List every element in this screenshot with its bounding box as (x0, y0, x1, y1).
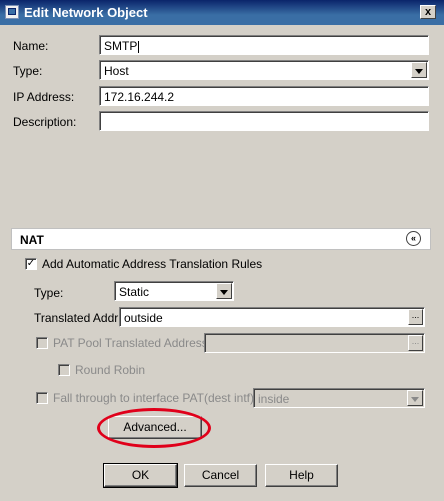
type-value: Host (104, 64, 129, 78)
check-mark: ✓ (26, 258, 36, 269)
name-input[interactable]: SMTP (99, 35, 429, 55)
browse-button[interactable]: ... (408, 309, 423, 325)
collapse-up-icon[interactable]: « (406, 231, 421, 246)
pat-pool-browse-button[interactable]: ... (408, 335, 423, 351)
cancel-button[interactable]: Cancel (184, 464, 257, 487)
nat-section-header[interactable]: NAT « (11, 228, 431, 250)
close-icon[interactable]: x (420, 5, 436, 19)
chevron-down-icon[interactable] (407, 390, 423, 406)
chevron-down-icon[interactable] (216, 283, 232, 299)
translated-addr-value: outside (124, 311, 163, 325)
type-select[interactable]: Host (99, 60, 429, 80)
ok-button[interactable]: OK (103, 463, 178, 488)
ip-address-input[interactable]: 172.16.244.2 (99, 86, 429, 106)
ip-address-value: 172.16.244.2 (104, 90, 175, 104)
name-label: Name: (13, 39, 49, 53)
help-button[interactable]: Help (265, 464, 338, 487)
fallthrough-checkbox[interactable] (36, 392, 48, 404)
nat-section-title: NAT (20, 233, 44, 247)
nat-type-value: Static (119, 285, 150, 299)
title-bar: Edit Network Object x (0, 0, 444, 25)
pat-pool-checkbox[interactable] (36, 337, 48, 349)
type-label: Type: (13, 64, 43, 78)
translated-addr-input[interactable]: outside ... (119, 307, 425, 327)
ip-address-label: IP Address: (13, 90, 75, 104)
auto-rules-checkbox[interactable]: ✓ (25, 258, 37, 270)
round-robin-label: Round Robin (75, 363, 146, 377)
name-value: SMTP (104, 39, 138, 53)
text-caret (138, 40, 140, 53)
description-label: Description: (13, 115, 77, 129)
nat-type-select[interactable]: Static (114, 281, 234, 301)
fallthrough-value: inside (258, 392, 290, 406)
auto-rules-label: Add Automatic Address Translation Rules (42, 257, 263, 271)
window-title: Edit Network Object (24, 5, 148, 20)
advanced-button[interactable]: Advanced... (108, 416, 202, 439)
pat-pool-label: PAT Pool Translated Address: (53, 336, 212, 350)
pat-pool-input[interactable]: ... (204, 333, 425, 353)
round-robin-checkbox[interactable] (58, 364, 70, 376)
fallthrough-label: Fall through to interface PAT(dest intf)… (53, 391, 258, 405)
network-object-icon (5, 5, 19, 19)
description-input[interactable] (99, 111, 429, 131)
chevron-down-icon[interactable] (411, 62, 427, 78)
translated-addr-label: Translated Addr: (34, 311, 122, 325)
nat-type-label: Type: (34, 286, 64, 300)
fallthrough-select[interactable]: inside (253, 388, 425, 408)
